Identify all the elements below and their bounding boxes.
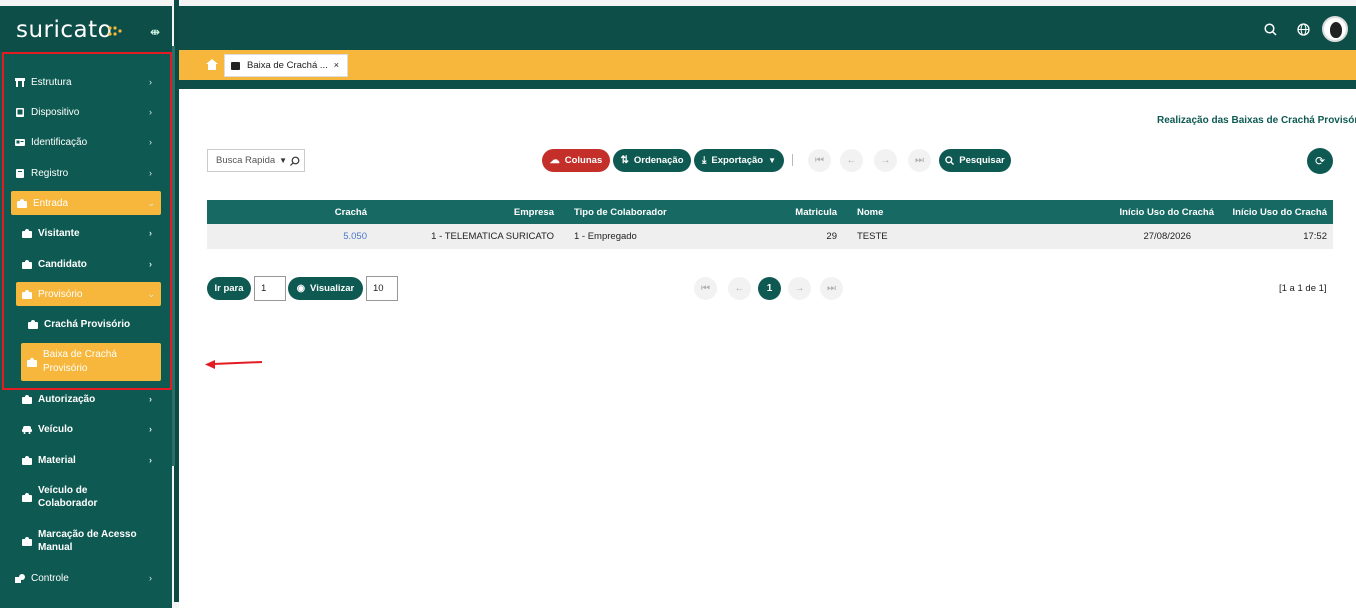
cell-nome: TESTE: [857, 231, 888, 242]
cloud-icon: ☁: [549, 155, 560, 166]
columns-button[interactable]: ☁ Colunas: [542, 149, 610, 172]
record-range: [1 a 1 de 1]: [1279, 283, 1327, 294]
sidebar-item-label: Marcação de Acesso Manual: [38, 529, 137, 553]
column-header-empresa[interactable]: Empresa: [377, 200, 554, 224]
pager-first-icon[interactable]: ⏮: [694, 277, 717, 300]
search-icon: [945, 156, 955, 165]
page-title: Realização das Baixas de Crachá Provisór…: [1157, 115, 1356, 126]
export-button[interactable]: ⤓ Exportação ▼: [694, 149, 784, 172]
page-size-input[interactable]: 10: [366, 276, 398, 301]
car-icon: [22, 425, 32, 434]
arrow-left-icon: [205, 360, 263, 369]
cell-empresa: 1 - TELEMATICA SURICATO: [431, 231, 554, 242]
go-to-page-input[interactable]: 1: [254, 276, 286, 301]
avatar[interactable]: [1322, 16, 1348, 42]
refresh-button[interactable]: ⟳: [1307, 148, 1333, 174]
search-icon[interactable]: [1264, 23, 1277, 36]
sidebar-item-controle[interactable]: Controle ›: [0, 566, 172, 590]
pager-current-page[interactable]: 1: [758, 277, 781, 300]
tab-bar-underline: [179, 80, 1356, 89]
collapse-sidebar-icon[interactable]: ⇼: [150, 25, 160, 39]
caret-down-icon: ▼: [768, 156, 777, 165]
sidebar-item-label: Material: [38, 454, 76, 466]
columns-label: Colunas: [564, 155, 603, 166]
table-row[interactable]: 5.050 1 - TELEMATICA SURICATO 1 - Empreg…: [207, 224, 1333, 249]
sidebar-item-veiculo[interactable]: Veículo ›: [0, 417, 172, 441]
cell-matricula: 29: [826, 231, 837, 242]
column-header-nome[interactable]: Nome: [857, 200, 937, 224]
quick-search-label: Busca Rapida: [216, 155, 276, 166]
next-page-icon[interactable]: →: [874, 149, 897, 172]
sidebar-item-label: Veículo: [38, 423, 74, 435]
sidebar-item-marcacao-acesso-manual[interactable]: Marcação de Acesso Manual: [0, 524, 172, 558]
sidebar-item-label: Controle: [31, 572, 69, 584]
refresh-icon: ⟳: [1314, 154, 1326, 168]
pager-next-icon[interactable]: →: [788, 277, 811, 300]
badge-icon: [22, 492, 32, 502]
search-icon[interactable]: [290, 156, 300, 166]
order-label: Ordenação: [633, 155, 684, 166]
chevron-right-icon: ›: [149, 455, 152, 465]
tab-label: Baixa de Crachá ...: [247, 60, 328, 71]
logo-dots-icon: [108, 26, 122, 36]
eye-icon: ◉: [296, 283, 306, 294]
badge-icon: [22, 536, 32, 546]
cell-tipo: 1 - Empregado: [574, 231, 637, 242]
search-label: Pesquisar: [959, 155, 1005, 166]
chevron-right-icon: ›: [149, 573, 152, 583]
cell-inicio-data: 27/08/2026: [1143, 231, 1191, 242]
column-header-inicio-hora[interactable]: Início Uso do Crachá: [1217, 200, 1328, 224]
sidebar-item-material[interactable]: Material ›: [0, 448, 172, 472]
toolbar-divider: [792, 154, 793, 166]
first-page-icon[interactable]: ⏮: [808, 149, 831, 172]
tab-bar: [179, 50, 1356, 80]
close-icon[interactable]: ×: [334, 60, 339, 70]
pager-previous-icon[interactable]: ←: [728, 277, 751, 300]
top-bar: [179, 6, 1356, 50]
highlight-annotation-box: [2, 52, 172, 390]
badge-icon: [231, 62, 240, 70]
control-icon: [15, 573, 25, 583]
cell-inicio-hora: 17:52: [1303, 231, 1327, 242]
tab-baixa-cracha[interactable]: Baixa de Crachá ... ×: [224, 54, 348, 77]
sidebar-scrollbar[interactable]: [172, 46, 175, 466]
search-button[interactable]: Pesquisar: [939, 149, 1011, 172]
column-header-inicio-data[interactable]: Início Uso do Crachá: [1057, 200, 1215, 224]
column-header-matricula[interactable]: Matricula: [727, 200, 837, 224]
badge-icon: [22, 455, 32, 465]
brand-header: suricato ⇼: [0, 6, 172, 52]
sidebar-item-autorizacao[interactable]: Autorização ›: [0, 387, 172, 411]
quick-search-input[interactable]: Busca Rapida ▼: [207, 149, 305, 172]
sidebar-item-label: Autorização: [38, 393, 96, 405]
sidebar-item-label: Veículo de Colaborador: [38, 485, 98, 509]
pager-last-icon[interactable]: ⏭: [820, 277, 843, 300]
order-button[interactable]: ⇅ Ordenação: [613, 149, 691, 172]
last-page-icon[interactable]: ⏭: [908, 149, 931, 172]
badge-icon: [22, 394, 32, 404]
table-header: Crachá Empresa Tipo de Colaborador Matri…: [207, 200, 1333, 224]
view-button[interactable]: ◉ Visualizar: [288, 277, 363, 300]
home-icon[interactable]: [206, 59, 218, 70]
brand-logo[interactable]: suricato: [16, 17, 112, 43]
caret-down-icon[interactable]: ▼: [279, 156, 287, 165]
chevron-right-icon: ›: [149, 424, 152, 434]
column-header-cracha[interactable]: Crachá: [207, 200, 367, 224]
cell-cracha[interactable]: 5.050: [207, 224, 367, 249]
view-label: Visualizar: [310, 283, 355, 294]
app-window: suricato ⇼ Estrutura › Dispositivo › Ide…: [0, 0, 1356, 608]
go-to-page-button[interactable]: Ir para: [207, 277, 251, 300]
sort-icon: ⇅: [620, 155, 629, 166]
export-label: Exportação: [711, 155, 764, 166]
globe-icon[interactable]: [1297, 23, 1310, 36]
chevron-right-icon: ›: [149, 394, 152, 404]
previous-page-icon[interactable]: ←: [840, 149, 863, 172]
column-header-tipo[interactable]: Tipo de Colaborador: [574, 200, 714, 224]
download-icon: ⤓: [701, 155, 707, 166]
sidebar-item-veiculo-colaborador[interactable]: Veículo de Colaborador: [0, 480, 172, 514]
